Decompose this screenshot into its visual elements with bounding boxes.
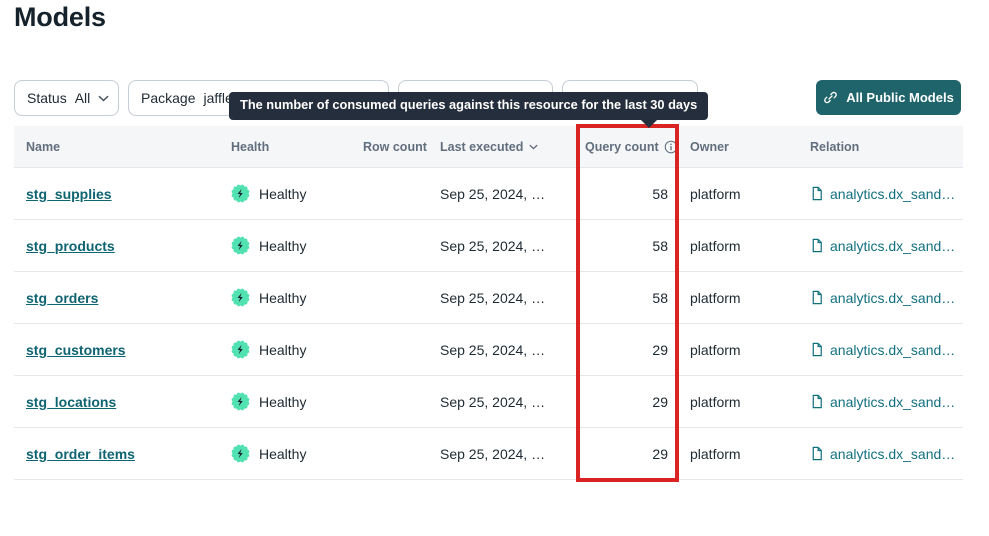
health-label: Healthy [259, 238, 306, 254]
model-link[interactable]: stg_customers [26, 342, 126, 358]
model-link[interactable]: stg_locations [26, 394, 116, 410]
relation-link[interactable]: analytics.dx_sand… [810, 446, 955, 462]
table-row: stg_customers Healthy Sep 25, 2024, … 29… [14, 324, 963, 376]
last-executed-cell: Sep 25, 2024, … [440, 342, 578, 358]
relation-link[interactable]: analytics.dx_sand… [810, 342, 955, 358]
query-count-tooltip: The number of consumed queries against t… [229, 92, 708, 120]
owner-cell: platform [678, 394, 810, 410]
owner-cell: platform [678, 290, 810, 306]
model-link[interactable]: stg_supplies [26, 186, 112, 202]
health-label: Healthy [259, 446, 306, 462]
document-icon [810, 394, 824, 409]
page-title: Models [14, 2, 106, 33]
query-count-cell: 29 [578, 394, 678, 410]
model-link[interactable]: stg_products [26, 238, 115, 254]
document-icon [810, 238, 824, 253]
header-health: Health [228, 140, 363, 154]
health-label: Healthy [259, 186, 306, 202]
healthy-status-icon [231, 288, 250, 307]
models-table: Name Health Row count Last executed Quer… [14, 126, 963, 480]
query-count-cell: 58 [578, 238, 678, 254]
info-icon[interactable] [664, 140, 678, 154]
healthy-status-icon [231, 392, 250, 411]
health-label: Healthy [259, 394, 306, 410]
document-icon [810, 290, 824, 305]
table-row: stg_orders Healthy Sep 25, 2024, … 58 pl… [14, 272, 963, 324]
health-label: Healthy [259, 290, 306, 306]
chevron-down-icon [529, 144, 538, 150]
query-count-cell: 29 [578, 446, 678, 462]
header-last-executed[interactable]: Last executed [440, 140, 578, 154]
tooltip-text: The number of consumed queries against t… [240, 97, 697, 112]
owner-cell: platform [678, 342, 810, 358]
header-owner: Owner [678, 140, 810, 154]
table-header-row: Name Health Row count Last executed Quer… [14, 126, 963, 168]
query-count-cell: 58 [578, 186, 678, 202]
all-public-models-label: All Public Models [846, 90, 954, 105]
last-executed-cell: Sep 25, 2024, … [440, 394, 578, 410]
last-executed-cell: Sep 25, 2024, … [440, 186, 578, 202]
document-icon [810, 342, 824, 357]
link-chain-icon [823, 90, 838, 105]
header-row-count: Row count [363, 140, 440, 154]
header-relation: Relation [810, 140, 963, 154]
model-link[interactable]: stg_order_items [26, 446, 135, 462]
query-count-cell: 29 [578, 342, 678, 358]
status-filter-label: Status [27, 90, 67, 106]
all-public-models-button[interactable]: All Public Models [816, 80, 961, 115]
status-filter-dropdown[interactable]: Status All [14, 80, 119, 116]
header-name: Name [14, 140, 228, 154]
model-link[interactable]: stg_orders [26, 290, 98, 306]
last-executed-cell: Sep 25, 2024, … [440, 238, 578, 254]
owner-cell: platform [678, 238, 810, 254]
owner-cell: platform [678, 446, 810, 462]
healthy-status-icon [231, 444, 250, 463]
models-page: Models Status All Package jaffle_ [0, 0, 989, 536]
table-row: stg_supplies Healthy Sep 25, 2024, … 58 … [14, 168, 963, 220]
chevron-down-icon [98, 95, 109, 102]
table-row: stg_products Healthy Sep 25, 2024, … 58 … [14, 220, 963, 272]
document-icon [810, 446, 824, 461]
table-row: stg_order_items Healthy Sep 25, 2024, … … [14, 428, 963, 480]
package-filter-label: Package [141, 90, 195, 106]
relation-link[interactable]: analytics.dx_sand… [810, 186, 955, 202]
last-executed-cell: Sep 25, 2024, … [440, 446, 578, 462]
query-count-cell: 58 [578, 290, 678, 306]
table-row: stg_locations Healthy Sep 25, 2024, … 29… [14, 376, 963, 428]
relation-link[interactable]: analytics.dx_sand… [810, 290, 955, 306]
relation-link[interactable]: analytics.dx_sand… [810, 394, 955, 410]
healthy-status-icon [231, 236, 250, 255]
header-query-count: Query count [578, 140, 678, 154]
relation-link[interactable]: analytics.dx_sand… [810, 238, 955, 254]
owner-cell: platform [678, 186, 810, 202]
health-label: Healthy [259, 342, 306, 358]
status-filter-value: All [75, 90, 91, 106]
healthy-status-icon [231, 184, 250, 203]
healthy-status-icon [231, 340, 250, 359]
last-executed-cell: Sep 25, 2024, … [440, 290, 578, 306]
document-icon [810, 186, 824, 201]
